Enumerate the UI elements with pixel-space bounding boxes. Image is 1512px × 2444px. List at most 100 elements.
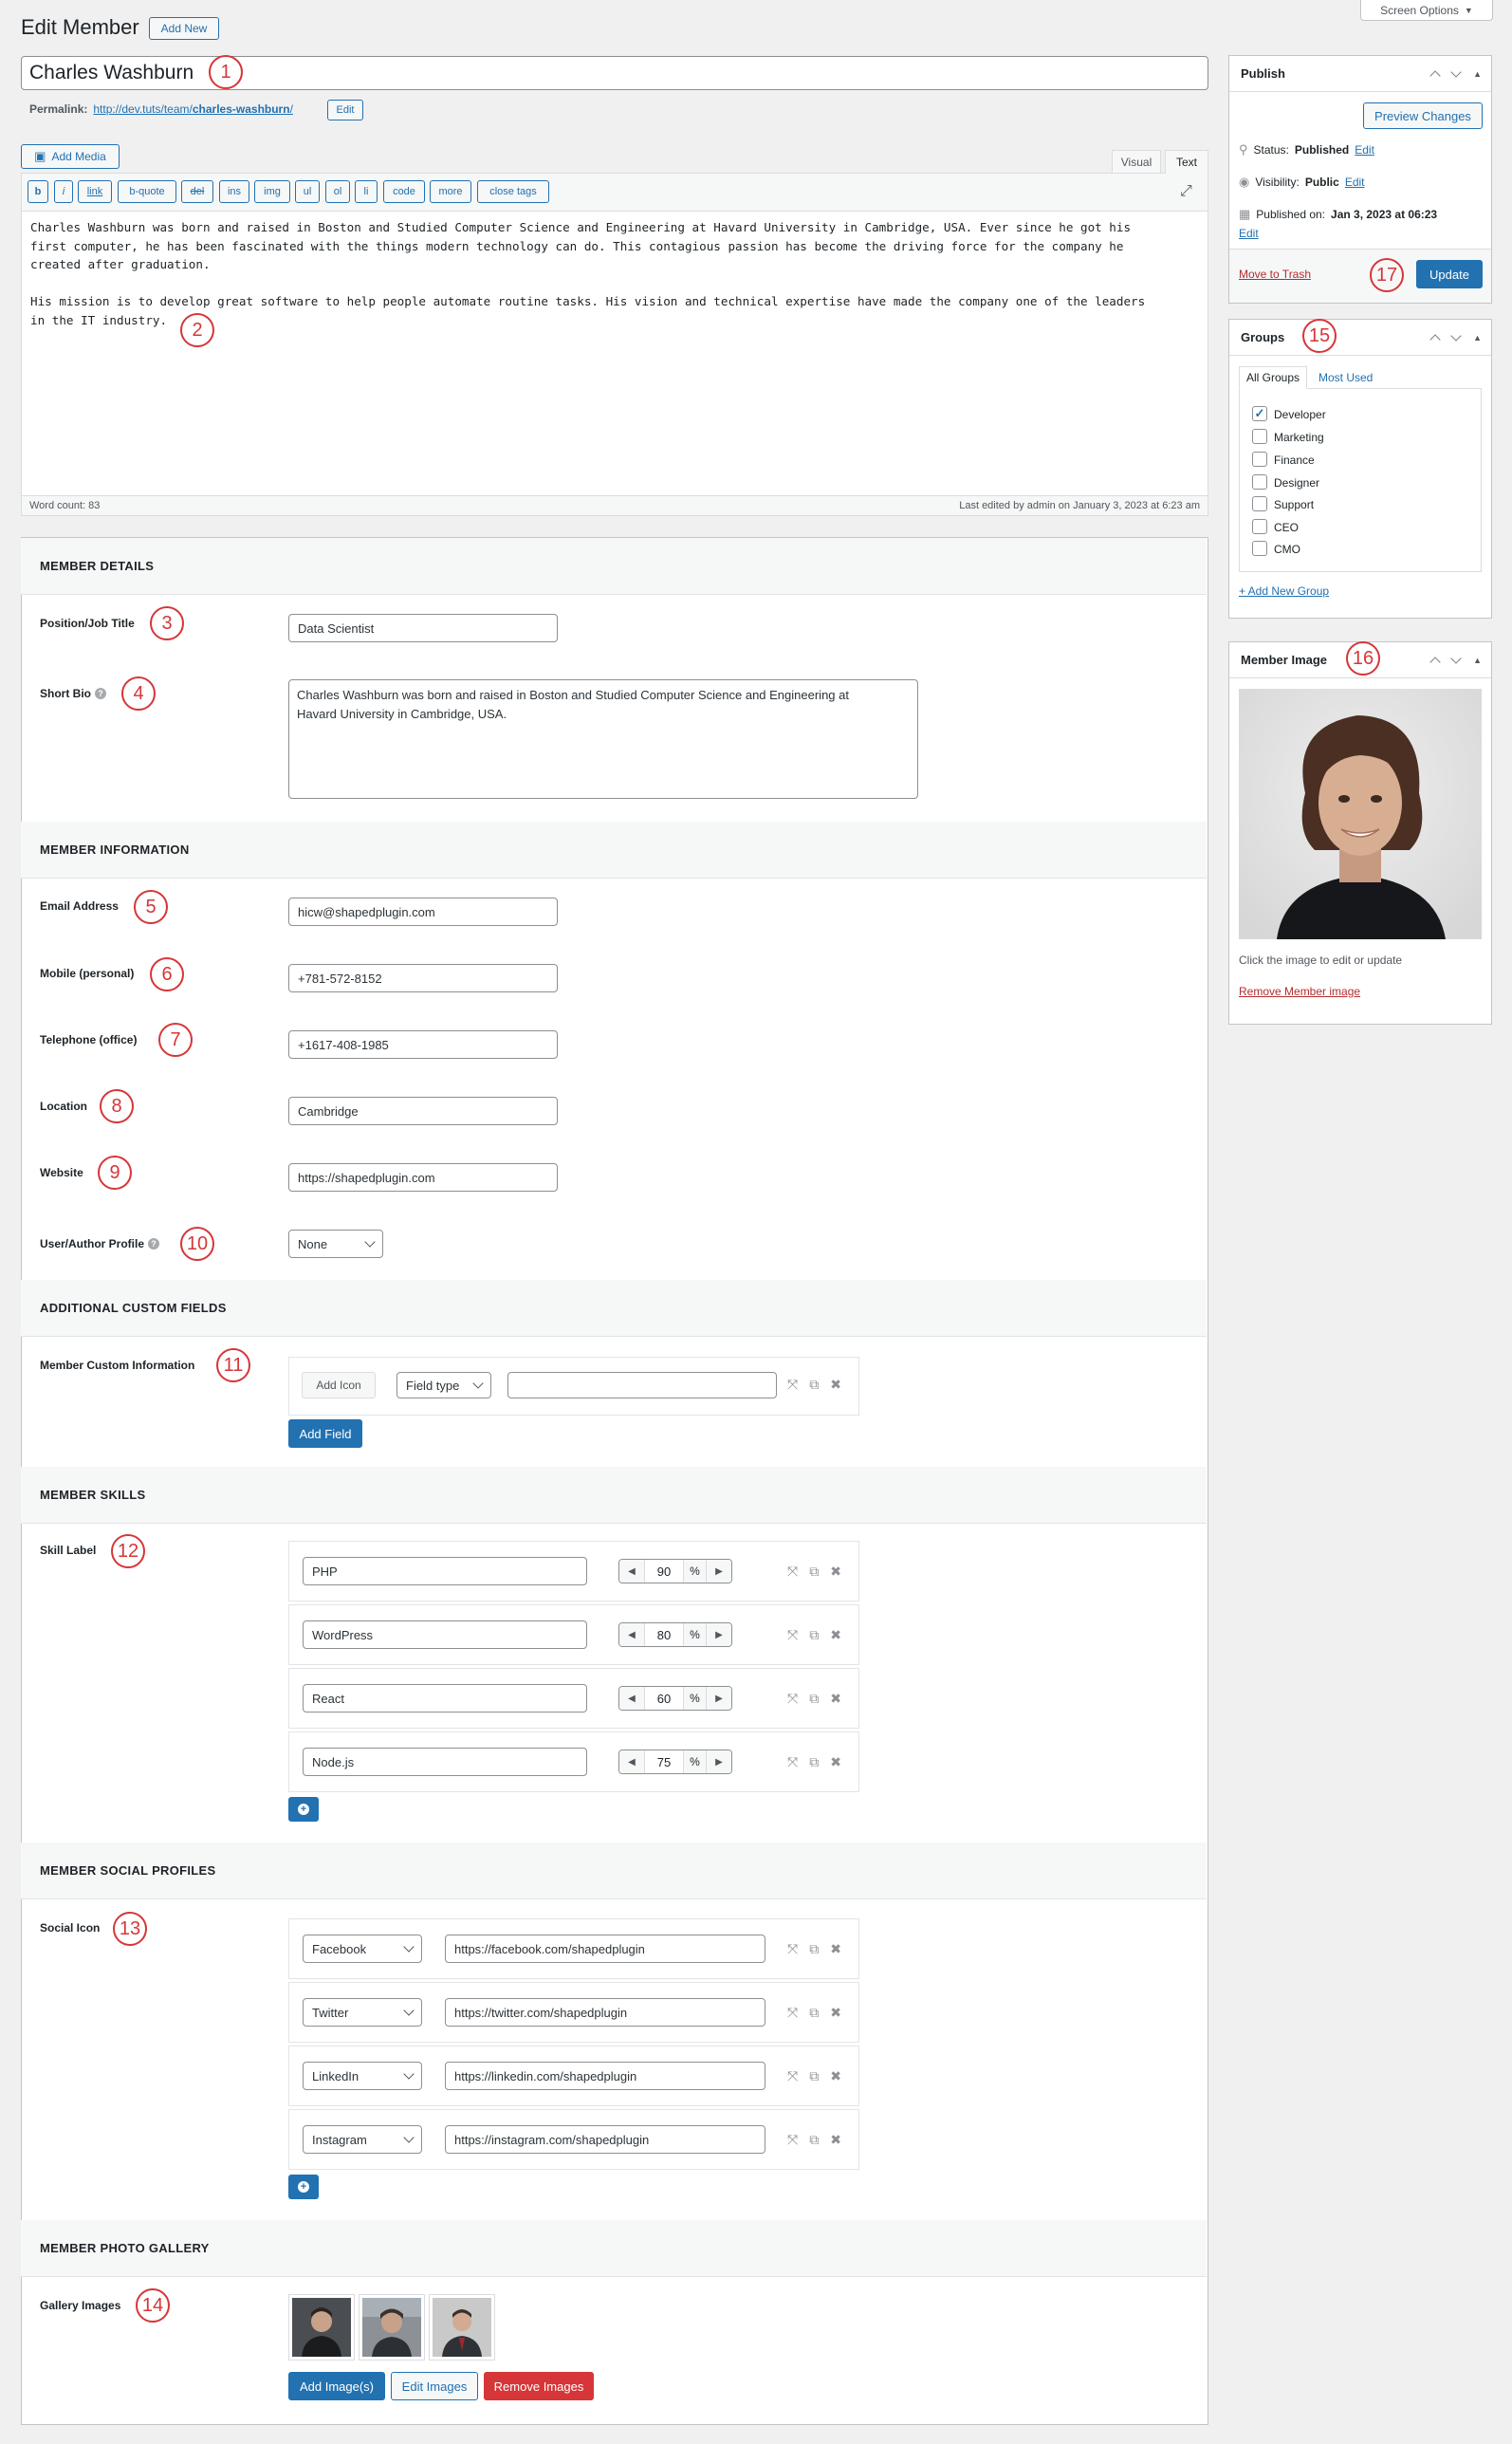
published-edit-link[interactable]: Edit: [1239, 227, 1259, 240]
move-icon[interactable]: ⤧: [787, 1754, 798, 1770]
group-checkbox[interactable]: [1252, 541, 1267, 556]
skill-name-input[interactable]: React: [303, 1684, 587, 1713]
move-to-trash-link[interactable]: Move to Trash: [1239, 268, 1311, 281]
tab-most-used[interactable]: Most Used: [1313, 366, 1378, 389]
decrement-icon[interactable]: ◀: [619, 1623, 644, 1646]
move-icon[interactable]: ⤧: [787, 2005, 798, 2021]
copy-icon[interactable]: ⧉: [809, 1941, 819, 1957]
copy-icon[interactable]: ⧉: [809, 1754, 819, 1770]
edit-images-button[interactable]: Edit Images: [391, 2372, 478, 2400]
help-icon[interactable]: ?: [95, 688, 106, 699]
short-bio-textarea[interactable]: Charles Washburn was born and raised in …: [288, 679, 918, 799]
tab-visual[interactable]: Visual: [1112, 150, 1161, 173]
add-social-button[interactable]: +: [288, 2175, 319, 2199]
remove-icon[interactable]: ✖: [830, 2005, 841, 2021]
social-network-select[interactable]: LinkedIn: [303, 2062, 422, 2090]
toolbar-code-button[interactable]: code: [383, 180, 425, 203]
toolbar-img-button[interactable]: img: [254, 180, 290, 203]
website-input[interactable]: https://shapedplugin.com: [288, 1163, 558, 1192]
social-url-input[interactable]: https://twitter.com/shapedplugin: [445, 1998, 765, 2027]
status-edit-link[interactable]: Edit: [1355, 143, 1374, 157]
remove-icon[interactable]: ✖: [830, 2132, 841, 2148]
remove-icon[interactable]: ✖: [830, 1377, 841, 1393]
gallery-thumb[interactable]: [288, 2294, 355, 2361]
social-network-select[interactable]: Instagram: [303, 2125, 422, 2154]
collapse-icon[interactable]: ▲: [1473, 656, 1482, 665]
skill-name-input[interactable]: PHP: [303, 1557, 587, 1585]
toolbar-link-button[interactable]: link: [78, 180, 112, 203]
group-checkbox[interactable]: [1252, 452, 1267, 467]
add-icon-button[interactable]: Add Icon: [302, 1372, 376, 1398]
social-url-input[interactable]: https://facebook.com/shapedplugin: [445, 1935, 765, 1963]
move-up-icon[interactable]: [1429, 70, 1441, 82]
remove-icon[interactable]: ✖: [830, 1691, 841, 1707]
move-icon[interactable]: ⤧: [787, 2132, 798, 2148]
copy-icon[interactable]: ⧉: [809, 2005, 819, 2021]
update-button[interactable]: Update: [1416, 260, 1483, 288]
toolbar-bquote-button[interactable]: b-quote: [118, 180, 176, 203]
skill-value-stepper[interactable]: ◀ 80 % ▶: [618, 1622, 732, 1647]
toolbar-ins-button[interactable]: ins: [219, 180, 249, 203]
group-checkbox[interactable]: [1252, 474, 1267, 490]
remove-member-image-link[interactable]: Remove Member image: [1239, 985, 1360, 998]
telephone-input[interactable]: +1617-408-1985: [288, 1030, 558, 1059]
skill-value-stepper[interactable]: ◀ 90 % ▶: [618, 1559, 732, 1583]
copy-icon[interactable]: ⧉: [809, 1377, 819, 1393]
decrement-icon[interactable]: ◀: [619, 1687, 644, 1710]
visibility-edit-link[interactable]: Edit: [1345, 176, 1365, 189]
copy-icon[interactable]: ⧉: [809, 1691, 819, 1707]
toolbar-ol-button[interactable]: ol: [325, 180, 350, 203]
social-url-input[interactable]: https://instagram.com/shapedplugin: [445, 2125, 765, 2154]
move-down-icon[interactable]: [1450, 66, 1462, 78]
permalink-link[interactable]: http://dev.tuts/team/charles-washburn/: [93, 102, 293, 116]
collapse-icon[interactable]: ▲: [1473, 333, 1482, 343]
add-field-button[interactable]: Add Field: [288, 1419, 362, 1448]
skill-value-stepper[interactable]: ◀ 75 % ▶: [618, 1750, 732, 1774]
add-skill-button[interactable]: +: [288, 1797, 319, 1822]
move-icon[interactable]: ⤧: [787, 1691, 798, 1707]
move-icon[interactable]: ⤧: [787, 1941, 798, 1957]
profile-select[interactable]: None: [288, 1230, 383, 1258]
social-network-select[interactable]: Facebook: [303, 1935, 422, 1963]
tab-text[interactable]: Text: [1165, 150, 1208, 174]
preview-changes-button[interactable]: Preview Changes: [1363, 102, 1483, 129]
move-icon[interactable]: ⤧: [787, 1627, 798, 1643]
move-down-icon[interactable]: [1450, 653, 1462, 664]
social-network-select[interactable]: Twitter: [303, 1998, 422, 2027]
copy-icon[interactable]: ⧉: [809, 2132, 819, 2148]
tab-all-groups[interactable]: All Groups: [1239, 366, 1307, 389]
email-input[interactable]: hicw@shapedplugin.com: [288, 898, 558, 926]
toolbar-i-button[interactable]: i: [54, 180, 73, 203]
post-title-input[interactable]: Charles Washburn: [21, 56, 1208, 90]
toolbar-close-tags-button[interactable]: close tags: [477, 180, 549, 203]
permalink-edit-button[interactable]: Edit: [327, 100, 363, 120]
social-url-input[interactable]: https://linkedin.com/shapedplugin: [445, 2062, 765, 2090]
move-icon[interactable]: ⤧: [787, 2068, 798, 2084]
skill-value-stepper[interactable]: ◀ 60 % ▶: [618, 1686, 732, 1711]
move-icon[interactable]: ⤧: [787, 1564, 798, 1580]
field-type-select[interactable]: Field type: [396, 1372, 491, 1398]
remove-icon[interactable]: ✖: [830, 2068, 841, 2084]
help-icon[interactable]: ?: [148, 1238, 160, 1250]
increment-icon[interactable]: ▶: [707, 1560, 731, 1583]
move-icon[interactable]: ⤧: [787, 1377, 798, 1393]
add-images-button[interactable]: Add Image(s): [288, 2372, 385, 2400]
mobile-input[interactable]: +781-572-8152: [288, 964, 558, 992]
move-up-icon[interactable]: [1429, 657, 1441, 668]
copy-icon[interactable]: ⧉: [809, 1564, 819, 1580]
collapse-icon[interactable]: ▲: [1473, 69, 1482, 79]
group-checkbox[interactable]: [1252, 429, 1267, 444]
screen-options-button[interactable]: Screen Options ▼: [1360, 0, 1493, 21]
decrement-icon[interactable]: ◀: [619, 1750, 644, 1773]
copy-icon[interactable]: ⧉: [809, 2068, 819, 2084]
decrement-icon[interactable]: ◀: [619, 1560, 644, 1583]
gallery-thumb[interactable]: [359, 2294, 425, 2361]
fullscreen-icon[interactable]: ⤢: [1180, 183, 1192, 200]
location-input[interactable]: Cambridge: [288, 1097, 558, 1125]
remove-icon[interactable]: ✖: [830, 1627, 841, 1643]
add-new-group-link[interactable]: + Add New Group: [1239, 584, 1329, 598]
group-checkbox[interactable]: [1252, 496, 1267, 511]
remove-icon[interactable]: ✖: [830, 1941, 841, 1957]
group-checkbox[interactable]: [1252, 519, 1267, 534]
skill-name-input[interactable]: WordPress: [303, 1620, 587, 1649]
